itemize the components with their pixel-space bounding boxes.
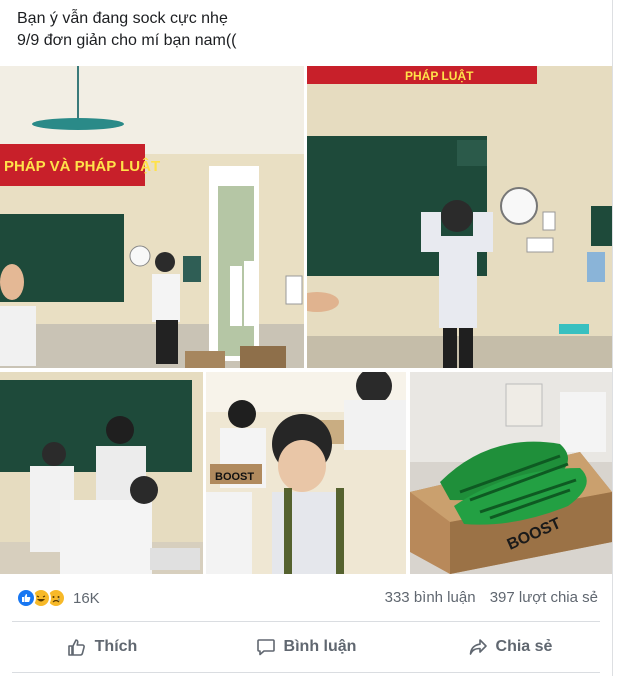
- caption-line-1: Bạn ý vẫn đang sock cực nhẹ: [17, 10, 228, 27]
- box-text-small: BOOST: [215, 471, 254, 483]
- share-icon: [469, 639, 487, 655]
- divider-bottom: [12, 672, 600, 673]
- engagement-counts: 333 bình luận 397 lượt chia sẻ: [385, 589, 598, 606]
- reaction-summary[interactable]: 16K: [16, 588, 100, 608]
- photo-classroom-3-image: [0, 372, 203, 574]
- banner-text-left: PHÁP VÀ PHÁP LUẬT: [4, 157, 160, 175]
- photo-classroom-1[interactable]: PHÁP VÀ PHÁP LUẬT: [0, 66, 304, 368]
- post-actions: Thích Bình luận Chia sẻ: [0, 624, 612, 670]
- photo-classroom-2[interactable]: PHÁP LUẬT: [307, 66, 612, 368]
- comment-button[interactable]: Bình luận: [204, 624, 408, 670]
- reaction-count: 16K: [73, 589, 100, 607]
- share-count[interactable]: 397 lượt chia sẻ: [490, 589, 598, 606]
- divider-top: [12, 621, 600, 622]
- photo-classroom-4[interactable]: BOOST: [206, 372, 406, 574]
- photo-classroom-1-image: PHÁP VÀ PHÁP LUẬT: [0, 66, 304, 368]
- comment-count[interactable]: 333 bình luận: [385, 589, 476, 606]
- share-button-label: Chia sẻ: [495, 638, 553, 655]
- share-button[interactable]: Chia sẻ: [408, 624, 612, 670]
- banner-text-right: PHÁP LUẬT: [405, 68, 474, 83]
- like-button[interactable]: Thích: [0, 624, 204, 670]
- facebook-post: Bạn ý vẫn đang sock cực nhẹ 9/9 đơn giản…: [0, 0, 613, 676]
- photo-classroom-3[interactable]: [0, 372, 203, 574]
- caption-line-2: 9/9 đơn giản cho mí bạn nam((: [17, 32, 237, 49]
- post-caption: Bạn ý vẫn đang sock cực nhẹ 9/9 đơn giản…: [17, 8, 237, 52]
- like-button-label: Thích: [94, 638, 138, 655]
- photo-classroom-2-image: PHÁP LUẬT: [307, 66, 612, 368]
- photo-classroom-4-image: BOOST: [206, 372, 406, 574]
- comment-icon: [256, 639, 275, 656]
- photo-gift-slides[interactable]: BOOST: [410, 372, 612, 574]
- post-stats: 16K 333 bình luận 397 lượt chia sẻ: [0, 578, 612, 618]
- like-icon: [16, 588, 36, 608]
- thumbs-up-icon: [67, 639, 85, 656]
- comment-button-label: Bình luận: [283, 638, 357, 655]
- photo-gift-slides-image: BOOST: [410, 372, 612, 574]
